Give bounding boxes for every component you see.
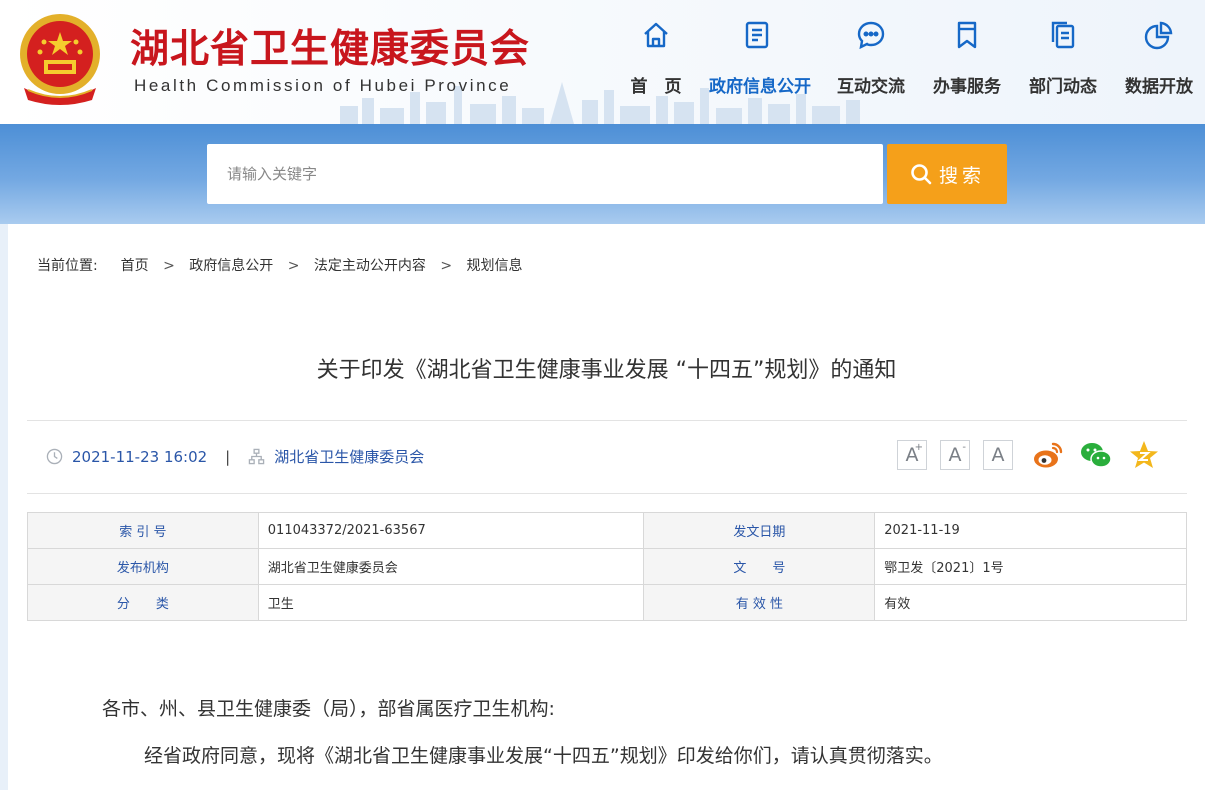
main-nav: 首 页 政府信息公开 互动交流 办事服务 部门动态 数据开放 <box>608 20 1205 100</box>
breadcrumb-separator: > <box>163 258 175 274</box>
nav-item-interaction[interactable]: 互动交流 <box>823 20 919 100</box>
meta-value: 鄂卫发〔2021〕1号 <box>874 548 1187 585</box>
breadcrumb-separator: > <box>440 258 453 274</box>
meta-value: 有效 <box>874 584 1187 621</box>
article-meta-bar: 2021-11-23 16:02 | 湖北省卫生健康委员会 A + A- A <box>27 420 1187 494</box>
font-size-label: A <box>948 444 962 466</box>
nav-item-open-data[interactable]: 数据开放 <box>1111 20 1205 100</box>
meta-value: 011043372/2021-63567 <box>257 512 645 549</box>
nav-label: 互动交流 <box>837 77 905 97</box>
meta-key: 发文日期 <box>643 512 876 549</box>
meta-key: 索 引 号 <box>27 512 259 549</box>
meta-key: 文 号 <box>643 548 876 585</box>
clock-icon <box>46 448 63 465</box>
search-button-label: 搜索 <box>938 164 985 187</box>
breadcrumb-item-gov-info[interactable]: 政府信息公开 <box>189 258 273 274</box>
font-size-decrease-mark: - <box>962 442 966 453</box>
site-header: 湖北省卫生健康委员会 Health Commission of Hubei Pr… <box>0 0 1205 124</box>
pie-chart-icon <box>1144 21 1173 50</box>
font-size-reset-button[interactable]: A <box>983 440 1013 470</box>
font-size-controls: A + A- A <box>897 440 1013 470</box>
article-title: 关于印发《湖北省卫生健康事业发展 “十四五”规划》的通知 <box>316 358 897 383</box>
document-meta-table: 索 引 号 011043372/2021-63567 发文日期 2021-11-… <box>27 512 1187 621</box>
search-icon <box>911 164 932 185</box>
weibo-icon <box>1034 442 1063 468</box>
home-icon <box>644 22 668 48</box>
weibo-share-button[interactable] <box>1031 438 1065 472</box>
site-title: 湖北省卫生健康委员会 <box>130 26 531 72</box>
nav-label: 数据开放 <box>1125 77 1193 97</box>
meta-divider: | <box>225 447 231 466</box>
body-paragraph-salutation: 各市、州、县卫生健康委（局），部省属医疗卫生机构: <box>102 698 555 720</box>
font-size-increase-button[interactable]: A + <box>897 440 927 470</box>
font-size-increase-mark: + <box>914 442 923 453</box>
meta-key: 分 类 <box>27 584 259 621</box>
font-size-label: A <box>991 444 1005 466</box>
table-row: 索 引 号 011043372/2021-63567 发文日期 2021-11-… <box>27 512 1187 549</box>
share-controls <box>1031 438 1161 472</box>
search-button[interactable]: 搜索 <box>887 144 1007 204</box>
main-content: 当前位置: 首页 > 政府信息公开 > 法定主动公开内容 > 规划信息 关于印发… <box>8 224 1205 790</box>
nav-item-home[interactable]: 首 页 <box>608 20 704 100</box>
table-row: 发布机构 湖北省卫生健康委员会 文 号 鄂卫发〔2021〕1号 <box>27 548 1187 585</box>
nav-item-services[interactable]: 办事服务 <box>919 20 1015 100</box>
nav-label: 办事服务 <box>933 77 1001 97</box>
national-emblem-icon <box>20 14 100 105</box>
breadcrumb-item-home[interactable]: 首页 <box>121 258 149 274</box>
favorite-button[interactable] <box>1127 438 1161 472</box>
star-icon <box>1130 441 1158 468</box>
table-row: 分 类 卫生 有 效 性 有效 <box>27 584 1187 621</box>
breadcrumb: 当前位置: 首页 > 政府信息公开 > 法定主动公开内容 > 规划信息 <box>37 255 523 275</box>
bookmark-icon <box>957 21 977 49</box>
chat-icon <box>857 21 885 50</box>
wechat-share-button[interactable] <box>1079 438 1113 472</box>
body-paragraph-main: 经省政府同意，现将《湖北省卫生健康事业发展“十四五”规划》印发给你们，请认真贯彻… <box>144 745 943 767</box>
meta-value: 湖北省卫生健康委员会 <box>257 548 645 585</box>
nav-label: 首 页 <box>630 77 682 97</box>
organization-icon <box>248 448 265 465</box>
font-size-decrease-button[interactable]: A- <box>940 440 970 470</box>
document-icon <box>745 21 769 49</box>
breadcrumb-separator: > <box>287 258 300 274</box>
breadcrumb-item-planning[interactable]: 规划信息 <box>467 258 523 274</box>
search-input[interactable] <box>207 144 883 204</box>
publisher-name: 湖北省卫生健康委员会 <box>274 448 425 466</box>
meta-value: 2021-11-19 <box>874 512 1187 549</box>
nav-item-dept-news[interactable]: 部门动态 <box>1015 20 1111 100</box>
nav-label: 政府信息公开 <box>709 77 811 97</box>
meta-key: 有 效 性 <box>643 584 876 621</box>
search-band: 搜索 <box>0 124 1205 224</box>
breadcrumb-prefix: 当前位置: <box>37 258 98 274</box>
article-meta: 2021-11-23 16:02 | 湖北省卫生健康委员会 <box>46 446 424 467</box>
wechat-icon <box>1081 443 1112 468</box>
site-subtitle: Health Commission of Hubei Province <box>134 76 512 95</box>
nav-item-gov-info[interactable]: 政府信息公开 <box>709 20 811 100</box>
meta-key: 发布机构 <box>27 548 259 585</box>
meta-value: 卫生 <box>257 584 645 621</box>
nav-label: 部门动态 <box>1029 77 1097 97</box>
breadcrumb-item-statutory[interactable]: 法定主动公开内容 <box>314 258 426 274</box>
publish-datetime: 2021-11-23 16:02 <box>72 447 208 466</box>
copy-icon <box>1051 21 1075 49</box>
